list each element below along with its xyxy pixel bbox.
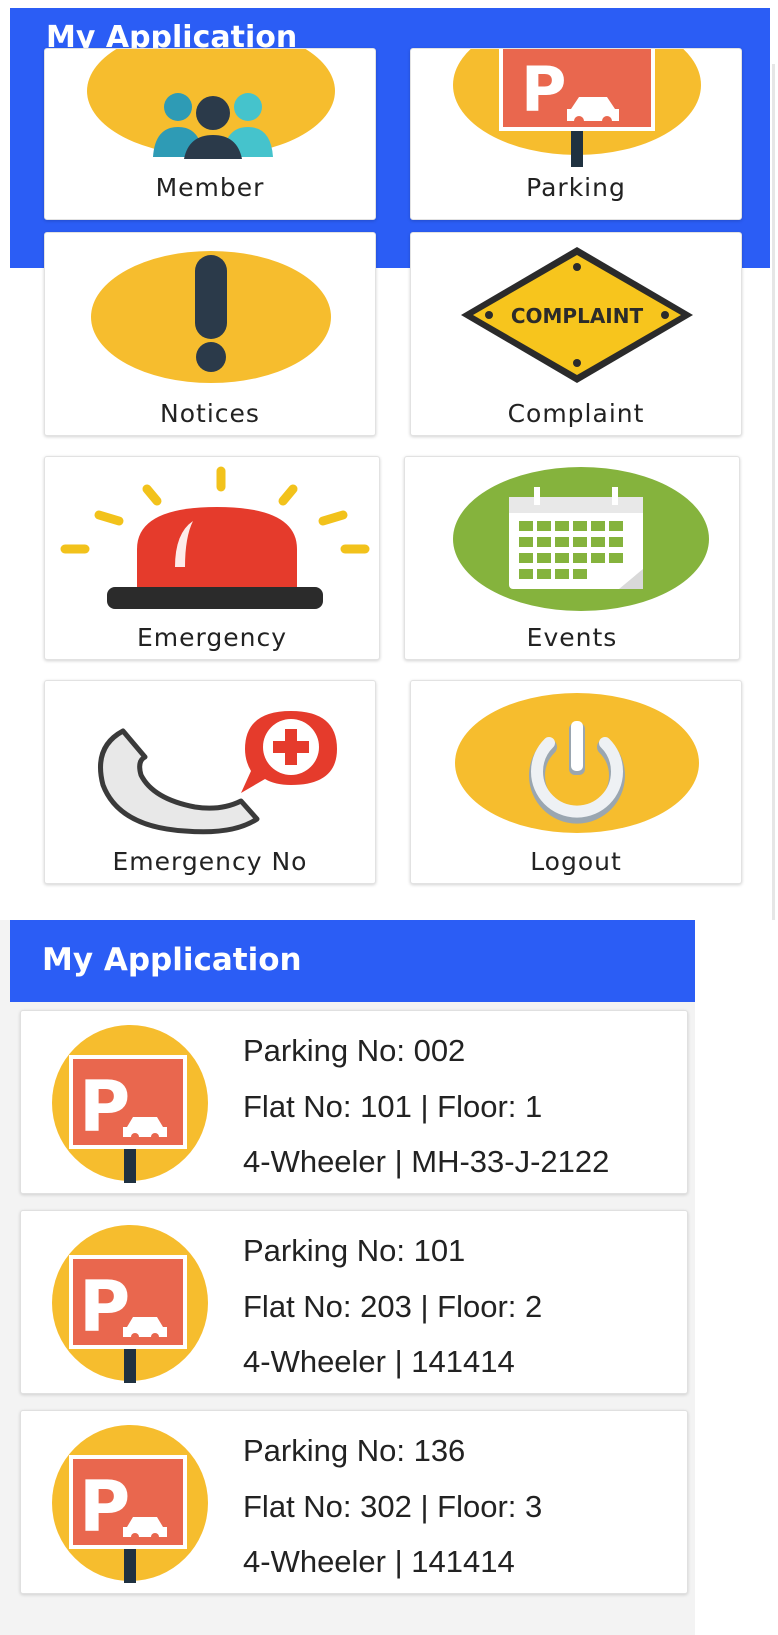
parking-card[interactable]: P Parking No: 136 Flat No: 302 | Floor: … [20, 1410, 688, 1594]
calendar-icon [453, 467, 709, 611]
svg-text:P: P [521, 53, 566, 126]
svg-text:P: P [79, 1466, 130, 1548]
emergency-tile[interactable]: Emergency [44, 456, 380, 660]
svg-text:P: P [79, 1266, 130, 1348]
parking-number: Parking No: 101 [243, 1233, 466, 1268]
power-icon [455, 693, 699, 833]
logout-tile[interactable]: Logout [410, 680, 742, 884]
vehicle-info: 4-Wheeler | 141414 [243, 1344, 515, 1379]
flat-floor: Flat No: 203 | Floor: 2 [243, 1289, 543, 1324]
parking-sign-icon: P [52, 1225, 208, 1383]
tile-label-member: Member [155, 173, 265, 202]
tile-label-emergency-no: Emergency No [112, 847, 308, 876]
tile-label-events: Events [526, 623, 618, 652]
members-icon [87, 49, 335, 159]
parking-number: Parking No: 136 [243, 1433, 466, 1468]
vehicle-info: 4-Wheeler | 141414 [243, 1544, 515, 1579]
member-tile[interactable]: Member [44, 48, 376, 220]
scroll-edge [772, 64, 775, 920]
complaint-sign-text: COMPLAINT [511, 304, 644, 328]
tile-label-complaint: Complaint [507, 399, 645, 428]
right-blank-area [695, 920, 778, 1635]
siren-icon [60, 466, 370, 609]
parking-number: Parking No: 002 [243, 1033, 466, 1068]
exclamation-icon [91, 251, 331, 383]
parking-tile[interactable]: P Parking [410, 48, 742, 220]
complaint-sign-icon: COMPLAINT [461, 247, 693, 383]
tile-label-emergency: Emergency [136, 623, 287, 652]
events-tile[interactable]: Events [404, 456, 740, 660]
dashboard-screen: My Application Member P Parking Notices … [0, 0, 778, 920]
parking-sign-icon: P [52, 1425, 208, 1583]
parking-list-screen: My Application P Parking No: 002 Flat No… [0, 920, 778, 1635]
emergency-no-tile[interactable]: Emergency No [44, 680, 376, 884]
tile-label-logout: Logout [530, 847, 622, 876]
flat-floor: Flat No: 101 | Floor: 1 [243, 1089, 543, 1124]
tile-label-parking: Parking [526, 173, 626, 202]
parking-card[interactable]: P Parking No: 002 Flat No: 101 | Floor: … [20, 1010, 688, 1194]
flat-floor: Flat No: 302 | Floor: 3 [243, 1489, 543, 1524]
parking-card[interactable]: P Parking No: 101 Flat No: 203 | Floor: … [20, 1210, 688, 1394]
app-bar-parking: My Application [10, 920, 695, 1002]
svg-text:P: P [79, 1066, 130, 1148]
emergency-phone-icon [98, 711, 337, 835]
app-title-parking: My Application [42, 942, 302, 978]
complaint-tile[interactable]: COMPLAINT Complaint [410, 232, 742, 436]
vehicle-info: 4-Wheeler | MH-33-J-2122 [243, 1144, 610, 1179]
notices-tile[interactable]: Notices [44, 232, 376, 436]
parking-sign-icon: P [453, 49, 701, 167]
parking-sign-icon: P [52, 1025, 208, 1183]
tile-label-notices: Notices [160, 399, 260, 428]
